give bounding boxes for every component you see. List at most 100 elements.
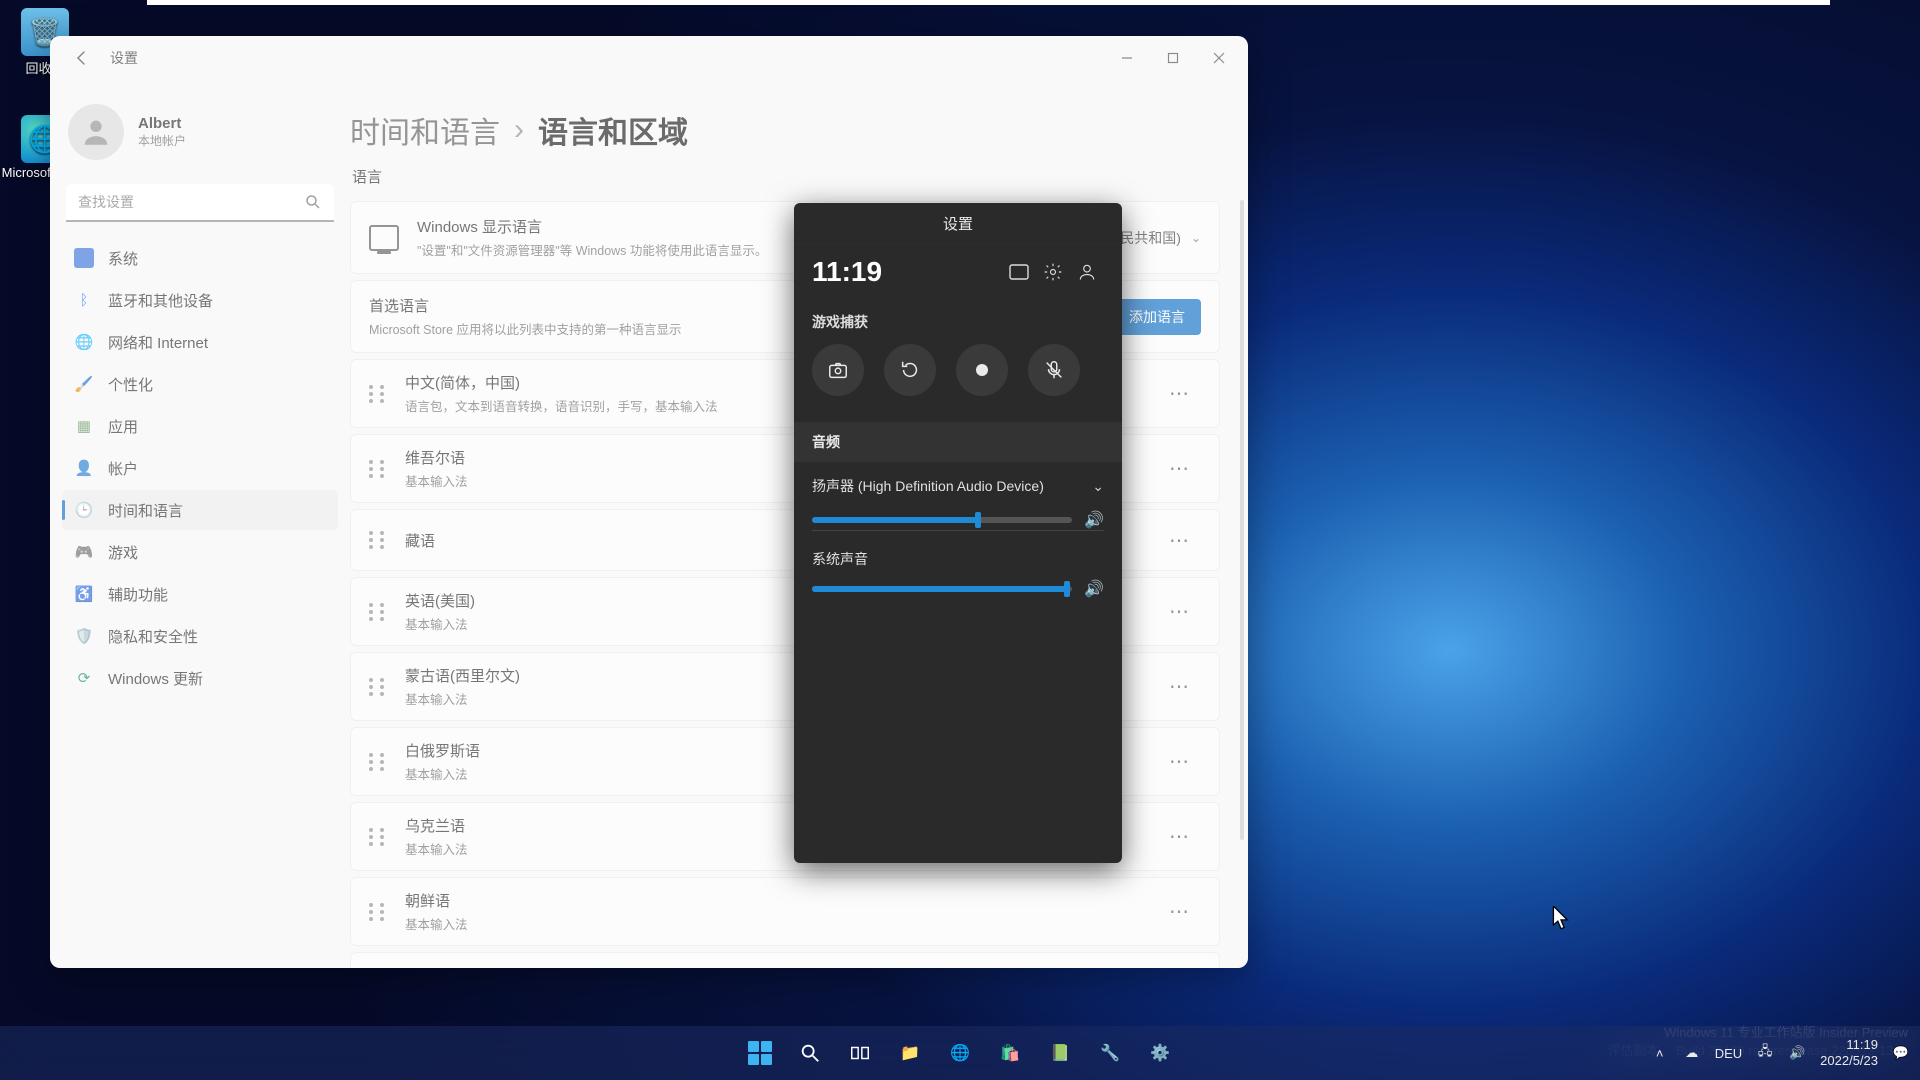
search-input[interactable]	[66, 184, 334, 222]
onedrive-icon[interactable]: ☁	[1683, 1044, 1701, 1062]
widgets-button[interactable]	[1002, 255, 1036, 289]
search-button[interactable]	[789, 1032, 831, 1074]
clock-language-icon: 🕒	[74, 500, 94, 520]
accessibility-icon: ♿	[74, 584, 94, 604]
system-volume-slider[interactable]	[812, 586, 1072, 592]
start-recording-button[interactable]	[956, 344, 1008, 396]
sidebar-item-apps[interactable]: ▦应用	[62, 406, 338, 446]
file-explorer-button[interactable]: 📁	[889, 1032, 931, 1074]
store-button[interactable]: 🛍️	[989, 1032, 1031, 1074]
profile-block[interactable]: Albert 本地帐户	[62, 98, 338, 178]
gear-icon	[1043, 262, 1063, 282]
sidebar-item-gaming[interactable]: 🎮 游戏	[62, 532, 338, 572]
scrollbar-thumb[interactable]	[1240, 200, 1244, 840]
record-last-button[interactable]	[884, 344, 936, 396]
sidebar-item-label: 游戏	[108, 542, 138, 563]
sidebar-item-personalization[interactable]: 🖌️个性化	[62, 364, 338, 404]
capture-section: 游戏捕获	[794, 300, 1122, 422]
sidebar-item-label: 个性化	[108, 374, 153, 395]
gaming-icon: 🎮	[74, 542, 94, 562]
drag-handle-icon[interactable]	[369, 603, 387, 621]
user-account-type: 本地帐户	[138, 132, 186, 149]
more-options-button[interactable]: ⋯	[1159, 745, 1201, 778]
screenshot-button[interactable]	[812, 344, 864, 396]
more-options-button[interactable]: ⋯	[1159, 377, 1201, 410]
drag-handle-icon[interactable]	[369, 678, 387, 696]
titlebar[interactable]: 设置	[50, 36, 1248, 80]
start-button[interactable]	[739, 1032, 781, 1074]
taskbar-tray[interactable]: ˄ ☁ DEU 🖧 🔊 11:19 2022/5/23 💬	[1651, 1037, 1910, 1068]
drag-handle-icon[interactable]	[369, 385, 387, 403]
task-view-icon	[849, 1042, 871, 1064]
more-options-button[interactable]: ⋯	[1159, 524, 1201, 557]
more-options-button[interactable]: ⋯	[1159, 670, 1201, 703]
more-options-button[interactable]: ⋯	[1159, 595, 1201, 628]
shield-icon: 🛡️	[74, 626, 94, 646]
edge-button[interactable]: 🌐	[939, 1032, 981, 1074]
drag-handle-icon[interactable]	[369, 460, 387, 478]
avatar	[68, 104, 124, 160]
system-icon	[74, 248, 94, 268]
sidebar-item-label: 应用	[108, 416, 138, 437]
section-label-language: 语言	[352, 166, 1220, 187]
chevron-up-tray-icon[interactable]: ˄	[1651, 1044, 1669, 1062]
camera-icon	[827, 359, 849, 381]
chevron-down-icon: ⌄	[1191, 231, 1201, 245]
volume-icon[interactable]: 🔊	[1788, 1044, 1806, 1062]
mic-toggle-button[interactable]	[1028, 344, 1080, 396]
sidebar-item-network[interactable]: 🌐网络和 Internet	[62, 322, 338, 362]
pinned-app-button[interactable]: 🔧	[1089, 1032, 1131, 1074]
sidebar-item-label: 帐户	[108, 458, 138, 479]
window-title: 设置	[110, 48, 138, 68]
more-options-button[interactable]: ⋯	[1159, 895, 1201, 928]
account-button[interactable]	[1070, 255, 1104, 289]
sidebar-item-accessibility[interactable]: ♿ 辅助功能	[62, 574, 338, 614]
ime-indicator[interactable]: DEU	[1715, 1046, 1742, 1061]
drag-handle-icon[interactable]	[369, 828, 387, 846]
taskbar-clock[interactable]: 11:19 2022/5/23	[1820, 1037, 1878, 1068]
audio-device-name[interactable]: 扬声器 (High Definition Audio Device)	[812, 476, 1044, 496]
language-item[interactable]: 朝鲜语基本输入法⋯	[350, 877, 1220, 946]
sidebar-item-privacy[interactable]: 🛡️隐私和安全性	[62, 616, 338, 656]
game-bar-top: 11:19	[794, 244, 1122, 300]
search-icon	[304, 193, 322, 216]
search-field[interactable]	[66, 184, 334, 222]
more-options-button[interactable]: ⋯	[1159, 452, 1201, 485]
drag-handle-icon[interactable]	[369, 903, 387, 921]
settings-gear-button[interactable]	[1036, 255, 1070, 289]
breadcrumb-parent[interactable]: 时间和语言	[350, 108, 500, 152]
settings-taskbar-button[interactable]: ⚙️	[1139, 1032, 1181, 1074]
taskbar-center: 📁 🌐 🛍️ 📗 🔧 ⚙️	[739, 1032, 1181, 1074]
system-sound-label: 系统声音	[794, 531, 1122, 579]
sidebar-item-label: 辅助功能	[108, 584, 168, 605]
task-view-button[interactable]	[839, 1032, 881, 1074]
language-item[interactable]: 英语(澳大利亚)基本输入法⋯	[350, 952, 1220, 968]
taskbar[interactable]: 📁 🌐 🛍️ 📗 🔧 ⚙️ ˄ ☁ DEU 🖧 🔊 11:19 2022/5/2…	[0, 1026, 1920, 1080]
add-language-button[interactable]: 添加语言	[1113, 299, 1201, 335]
maximize-button[interactable]	[1150, 40, 1196, 76]
language-sub: 基本输入法	[405, 914, 1159, 933]
nav-list: 系统 ᛒ蓝牙和其他设备 🌐网络和 Internet 🖌️个性化 ▦应用 👤帐户 …	[62, 238, 338, 698]
pinned-app-button[interactable]: 📗	[1039, 1032, 1081, 1074]
sidebar-item-label: 蓝牙和其他设备	[108, 290, 213, 311]
sidebar-item-system[interactable]: 系统	[62, 238, 338, 278]
tray-date: 2022/5/23	[1820, 1053, 1878, 1069]
chevron-down-icon[interactable]: ⌄	[1092, 478, 1104, 495]
game-bar-clock: 11:19	[812, 256, 1002, 288]
chevron-right-icon: ›	[514, 113, 524, 147]
language-name: 英语(澳大利亚)	[405, 965, 1159, 968]
drag-handle-icon[interactable]	[369, 753, 387, 771]
device-volume-slider[interactable]	[812, 517, 1072, 523]
back-button[interactable]	[64, 40, 100, 76]
more-options-button[interactable]: ⋯	[1159, 820, 1201, 853]
game-bar-overlay: 设置 11:19 游戏捕获 音频 扬声器 (High Definition Au…	[794, 203, 1122, 863]
close-button[interactable]	[1196, 40, 1242, 76]
sidebar-item-accounts[interactable]: 👤帐户	[62, 448, 338, 488]
sidebar-item-windows-update[interactable]: ⟳Windows 更新	[62, 658, 338, 698]
network-icon[interactable]: 🖧	[1756, 1044, 1774, 1062]
sidebar-item-time-language[interactable]: 🕒时间和语言	[62, 490, 338, 530]
notifications-icon[interactable]: 💬	[1892, 1044, 1910, 1062]
drag-handle-icon[interactable]	[369, 531, 387, 549]
minimize-button[interactable]	[1104, 40, 1150, 76]
sidebar-item-bluetooth[interactable]: ᛒ蓝牙和其他设备	[62, 280, 338, 320]
